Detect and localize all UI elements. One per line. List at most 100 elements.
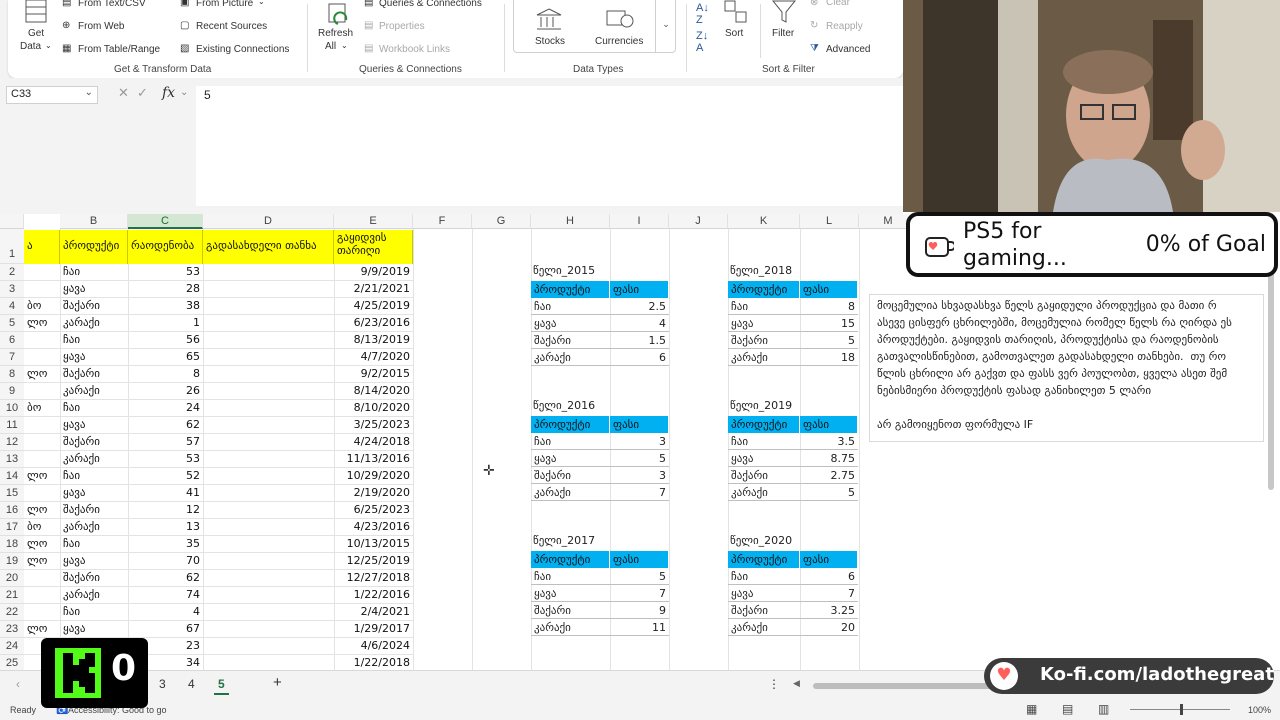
price-table-header-product[interactable]: პროდუქტი (531, 281, 610, 298)
scroll-left-arrow-icon[interactable]: ◀ (793, 678, 800, 689)
column-header[interactable]: F (413, 214, 472, 229)
price-table-header-price[interactable]: ფასი (800, 551, 858, 568)
table-row[interactable]: ჩაი 3 (531, 433, 669, 450)
table-row[interactable]: კარაქი 18 (728, 349, 858, 366)
task-text-box[interactable]: მოცემულია სხვადასხვა წელს გაყიდული პროდუ… (869, 294, 1264, 442)
cell-product[interactable]: ჩაი (60, 468, 128, 485)
column-header[interactable]: L (800, 214, 859, 229)
row-header[interactable]: 16 (0, 502, 24, 519)
sheet-tab-5[interactable]: 5 (214, 677, 229, 695)
price-table-header-price[interactable]: ფასი (800, 281, 858, 298)
column-header[interactable]: H (531, 214, 610, 229)
column-header[interactable]: B (60, 214, 128, 229)
chevron-down-icon[interactable]: ⌄ (341, 41, 348, 50)
row-header[interactable]: 19 (0, 553, 24, 570)
cell-sale-date[interactable]: 4/6/2024 (334, 638, 413, 655)
cell-quantity[interactable]: 13 (128, 519, 203, 536)
price-table-header-product[interactable]: პროდუქტი (531, 416, 610, 433)
column-header[interactable]: E (334, 214, 413, 229)
table-row[interactable]: შაქარი 3 (531, 467, 669, 484)
header-cell-a[interactable]: ა (24, 230, 60, 264)
cell-sale-date[interactable]: 9/9/2019 (334, 264, 413, 281)
cell-a[interactable] (24, 332, 60, 349)
table-row[interactable]: ჩაი 5 (531, 568, 669, 585)
row-header[interactable]: 17 (0, 519, 24, 536)
sheet-tab-3[interactable]: 3 (159, 677, 166, 691)
column-header[interactable]: C (128, 214, 203, 229)
clear-button[interactable]: Clear (826, 0, 850, 8)
add-sheet-button[interactable]: + (273, 674, 282, 691)
cell-a[interactable]: ლო (24, 468, 60, 485)
stocks-icon[interactable] (536, 8, 562, 30)
cell-a[interactable]: ლო (24, 621, 60, 638)
row-header[interactable]: 23 (0, 621, 24, 638)
cell-sale-date[interactable]: 2/19/2020 (334, 485, 413, 502)
cell-sale-date[interactable]: 10/29/2020 (334, 468, 413, 485)
table-row[interactable]: ჩაი 3.5 (728, 433, 858, 450)
sort-button[interactable]: Sort (725, 28, 743, 39)
cell-quantity[interactable]: 70 (128, 553, 203, 570)
cancel-icon[interactable]: ✕ (118, 86, 129, 101)
cell-product[interactable]: კარაქი (60, 587, 128, 604)
cell-sale-date[interactable]: 12/27/2018 (334, 570, 413, 587)
cell-a[interactable]: ბო (24, 298, 60, 315)
cell-quantity[interactable]: 65 (128, 349, 203, 366)
chevron-down-icon[interactable]: ⌄ (45, 41, 52, 50)
cell-sale-date[interactable]: 8/14/2020 (334, 383, 413, 400)
cell-a[interactable]: ლო (24, 502, 60, 519)
row-header[interactable]: 2 (0, 264, 24, 281)
recent-sources-button[interactable]: Recent Sources (196, 21, 267, 32)
cell-a[interactable]: ბო (24, 400, 60, 417)
cell-quantity[interactable]: 62 (128, 417, 203, 434)
cell-a[interactable]: ლო (24, 366, 60, 383)
from-text-csv-button[interactable]: From Text/CSV (78, 0, 146, 9)
sort-za-icon[interactable]: Z↓ A (696, 30, 708, 54)
cell-quantity[interactable]: 53 (128, 451, 203, 468)
scroll-left-icon[interactable]: ‹ (16, 677, 20, 691)
price-table-header-product[interactable]: პროდუქტი (728, 551, 800, 568)
price-table-title[interactable]: წელი_2016 (533, 399, 595, 412)
header-cell-product[interactable]: პროდუქტი (60, 230, 128, 264)
get-data-icon[interactable] (24, 0, 50, 24)
table-row[interactable]: ყავა 5 (531, 450, 669, 467)
page-layout-icon[interactable]: ▤ (1062, 702, 1073, 716)
cell-product[interactable]: ყავა (60, 281, 128, 298)
row-header[interactable]: 3 (0, 281, 24, 298)
data-types-expand-button[interactable]: ⌄ (655, 0, 676, 53)
price-table-header-price[interactable]: ფასი (610, 281, 669, 298)
cell-a[interactable]: ლო (24, 553, 60, 570)
from-table-range-button[interactable]: From Table/Range (78, 44, 160, 55)
cell-product[interactable]: კარაქი (60, 519, 128, 536)
advanced-button[interactable]: Advanced (826, 44, 870, 55)
cell-product[interactable]: ჩაი (60, 400, 128, 417)
cell-sale-date[interactable]: 11/13/2016 (334, 451, 413, 468)
properties-button[interactable]: Properties (379, 21, 425, 32)
column-header[interactable]: D (203, 214, 334, 229)
row-header[interactable]: 11 (0, 417, 24, 434)
price-table-header-price[interactable]: ფასი (610, 551, 669, 568)
cell-quantity[interactable]: 67 (128, 621, 203, 638)
cell-product[interactable]: ყავა (60, 349, 128, 366)
row-header[interactable]: 5 (0, 315, 24, 332)
table-row[interactable]: შაქარი 3.25 (728, 602, 858, 619)
row-header[interactable]: 15 (0, 485, 24, 502)
cell-quantity[interactable]: 26 (128, 383, 203, 400)
cell-quantity[interactable]: 35 (128, 536, 203, 553)
cell-quantity[interactable]: 4 (128, 604, 203, 621)
cell-product[interactable]: კარაქი (60, 383, 128, 400)
cell-product[interactable]: ყავა (60, 417, 128, 434)
cell-product[interactable]: ჩაი (60, 264, 128, 281)
table-row[interactable]: შაქარი 5 (728, 332, 858, 349)
cell-sale-date[interactable]: 9/2/2015 (334, 366, 413, 383)
cell-product[interactable]: ჩაი (60, 536, 128, 553)
refresh-label-2[interactable]: All (325, 41, 336, 52)
cell-a[interactable] (24, 434, 60, 451)
table-row[interactable]: ყავა 7 (531, 585, 669, 602)
cell-a[interactable]: ბო (24, 519, 60, 536)
cell-product[interactable]: შაქარი (60, 502, 128, 519)
row-header[interactable]: 21 (0, 587, 24, 604)
cell-sale-date[interactable]: 6/25/2023 (334, 502, 413, 519)
header-cell-amount-due[interactable]: გადასახდელი თანხა (203, 230, 334, 264)
table-row[interactable]: კარაქი 5 (728, 484, 858, 501)
chevron-down-icon[interactable]: ⌄ (85, 87, 93, 98)
